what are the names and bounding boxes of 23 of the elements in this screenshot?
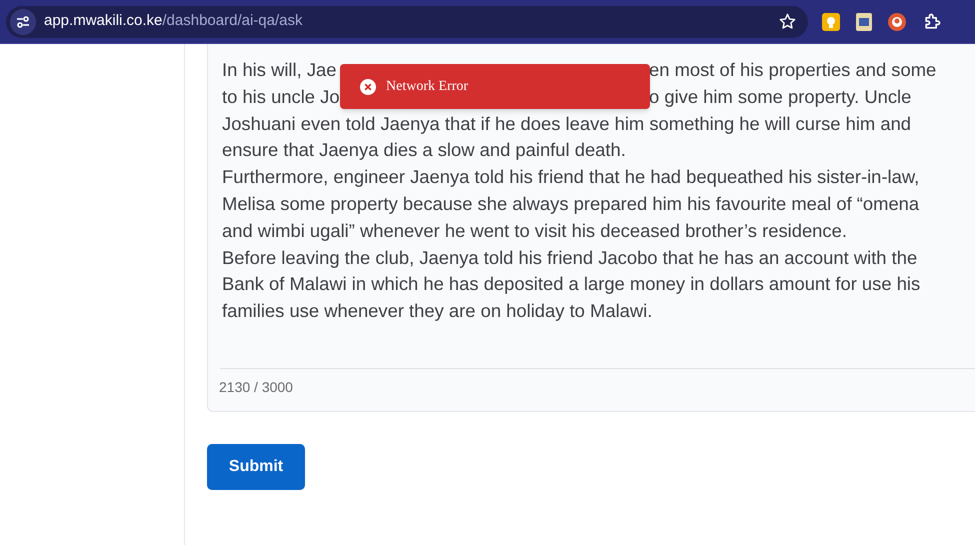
text-line: Melisa some property because she always prepared him his favourite meal of “omena — [222, 192, 920, 216]
document-extension-icon[interactable] — [856, 12, 872, 30]
error-icon — [360, 78, 376, 94]
text-line: o give him some property. Uncle — [649, 84, 912, 109]
text-line: Before leaving the club, Jaenya told his friend Jacobo that he has an account with the — [222, 246, 918, 270]
text-line: families use whenever they are on holiday to Malawi. — [222, 299, 652, 324]
url-text: app.mwakili.co.ke/dashboard/ai-qa/ask — [44, 11, 302, 32]
address-bar[interactable]: app.mwakili.co.ke/dashboard/ai-qa/ask — [6, 6, 808, 38]
text-line: Furthermore, engineer Jaenya told his friend that he had bequeathed his sister-in-law, — [222, 165, 920, 190]
toast-message: Network Error — [386, 78, 468, 96]
text-line: to his uncle Jo — [222, 86, 340, 107]
character-counter: 2130 / 3000 — [219, 378, 293, 397]
bookmark-star-icon[interactable] — [779, 13, 796, 30]
text-line: and wimbi ugali” whenever he went to visit his deceased brother’s residence. — [222, 218, 847, 243]
site-info-icon[interactable] — [10, 8, 36, 34]
round-extension-icon[interactable] — [888, 12, 906, 30]
text-line: en most of his properties and some — [649, 58, 936, 82]
text-line: In his will, Jae — [222, 58, 336, 80]
text-line: Bank of Malawi in which he has deposited a large money in dollars amount for use his — [222, 272, 920, 296]
text-line: Joshuani even told Jaenya that if he does leave him something he will curse him and — [222, 112, 912, 136]
submit-button[interactable]: Submit — [207, 444, 305, 490]
text-line: ensure that Jaenya dies a slow and painful death. — [222, 138, 626, 162]
bulb-extension-icon[interactable] — [822, 12, 840, 30]
